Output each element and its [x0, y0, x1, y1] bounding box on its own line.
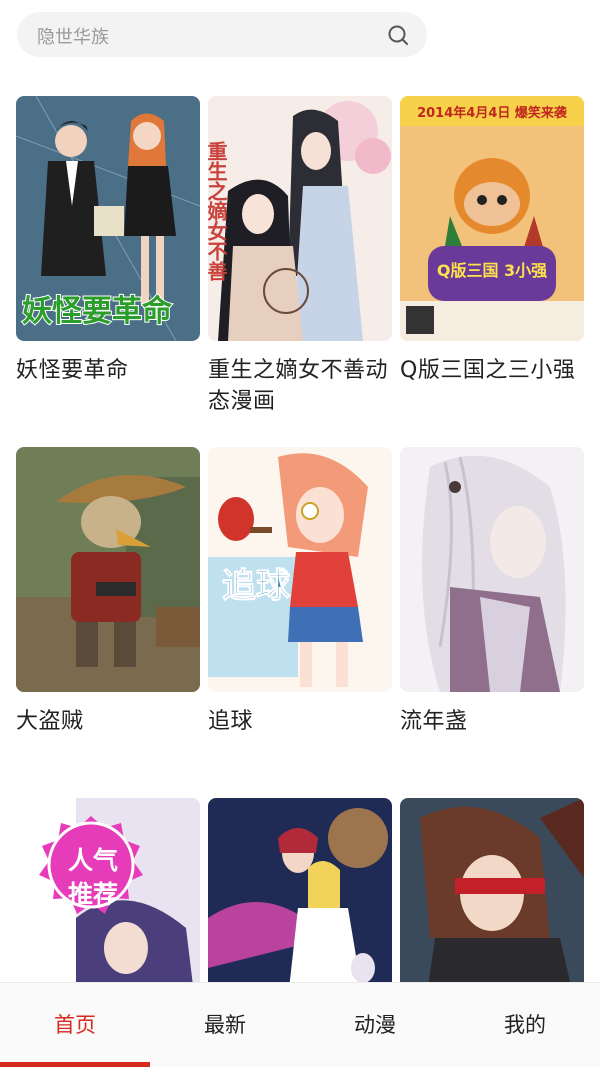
comic-title[interactable]: 大盗贼 — [16, 706, 200, 737]
comic-cover[interactable]: 追球 — [208, 447, 392, 692]
search-input[interactable]: 隐世华族 — [17, 12, 427, 57]
comic-title[interactable]: 流年盏 — [400, 706, 584, 737]
popular-badge-text: 人气推荐 — [67, 846, 118, 909]
comic-card-chongsheng[interactable]: 重生之嫡女不善 重生之嫡女不善动态漫画 — [208, 96, 392, 417]
cover-banner-text: 2014年4月4日 爆笑来袭 — [417, 105, 568, 121]
comic-cover[interactable]: 2014年4月4日 爆笑来袭 Q版三国 3小强 — [400, 96, 584, 341]
comic-title[interactable]: 重生之嫡女不善动态漫画 — [208, 355, 392, 417]
comic-card-yaoguai[interactable]: 妖怪要革命 妖怪要革命 — [16, 96, 200, 386]
tab-mine[interactable]: 我的 — [450, 983, 600, 1067]
cover-logo-text: Q版三国 3小强 — [437, 261, 547, 280]
tab-anime[interactable]: 动漫 — [300, 983, 450, 1067]
comic-cover[interactable]: 妖怪要革命 — [16, 96, 200, 341]
comic-title[interactable]: 追球 — [208, 706, 392, 737]
cover-logo-text: 重生之嫡女不善 — [208, 141, 228, 282]
tab-latest[interactable]: 最新 — [150, 983, 300, 1067]
comic-cover[interactable] — [400, 447, 584, 692]
comic-card-dadaozei[interactable]: 大盗贼 — [16, 447, 200, 737]
comic-card-liunianzhan[interactable]: 流年盏 — [400, 447, 584, 737]
cover-logo-text: 妖怪要革命 — [22, 294, 173, 329]
comic-card-qban-sanguo[interactable]: 2014年4月4日 爆笑来袭 Q版三国 3小强 Q版三国之三小强 — [400, 96, 584, 386]
active-tab-indicator — [0, 1062, 150, 1067]
comic-card-zhuiqiu[interactable]: 追球 追球 — [208, 447, 392, 737]
comic-cover[interactable] — [16, 447, 200, 692]
comic-title[interactable]: Q版三国之三小强 — [400, 355, 584, 386]
comic-cover[interactable]: 重生之嫡女不善 — [208, 96, 392, 341]
search-icon[interactable] — [387, 24, 409, 46]
tab-home[interactable]: 首页 — [0, 983, 150, 1067]
cover-logo-text: 追球 — [222, 566, 291, 606]
comic-title[interactable]: 妖怪要革命 — [16, 355, 200, 386]
search-placeholder: 隐世华族 — [37, 27, 109, 48]
bottom-tab-bar: 首页 最新 动漫 我的 — [0, 982, 600, 1067]
